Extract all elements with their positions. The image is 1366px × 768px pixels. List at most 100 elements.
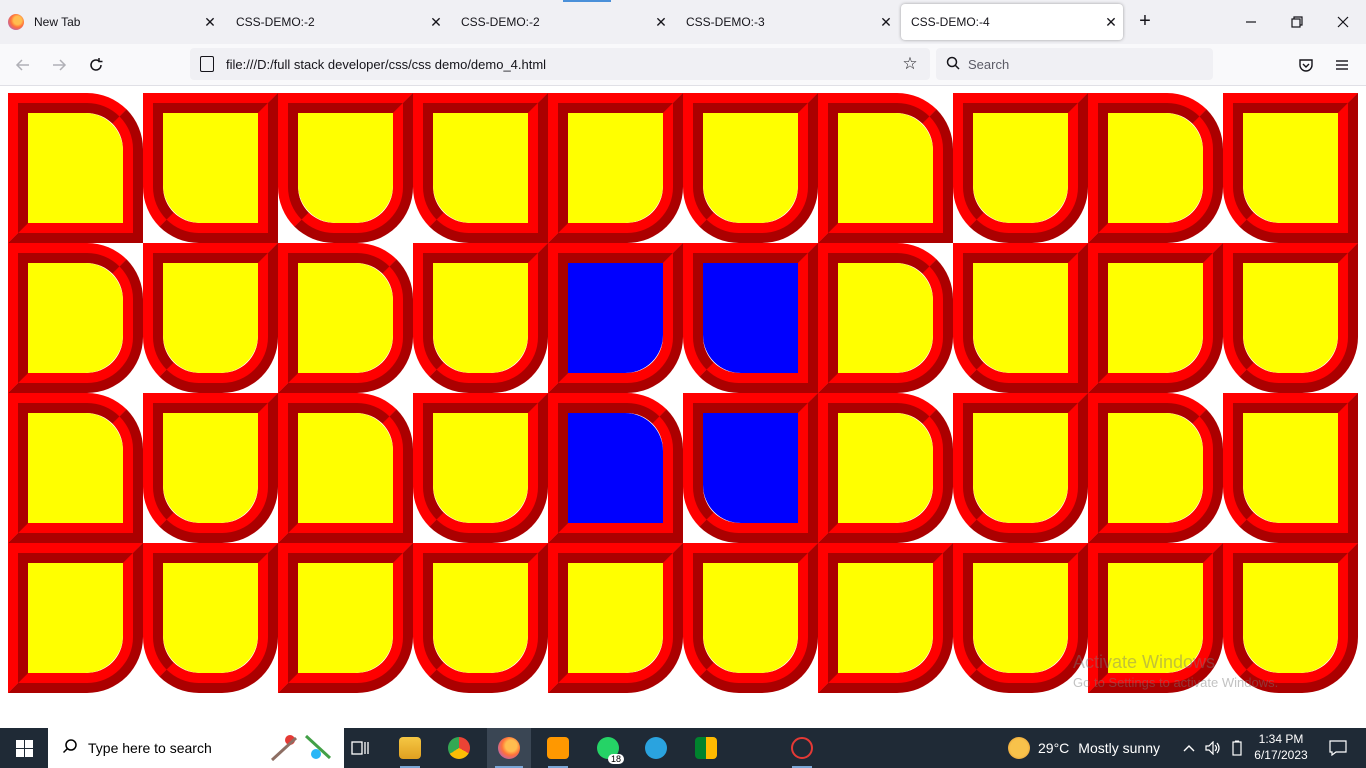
folder-icon <box>399 737 421 759</box>
search-input[interactable] <box>968 56 1198 72</box>
task-view-button[interactable] <box>344 728 376 768</box>
minimize-button[interactable] <box>1228 8 1274 36</box>
box-fill <box>973 113 1068 223</box>
box-fill <box>163 563 258 673</box>
tab-css-demo-2a[interactable]: CSS-DEMO:-2 ✕ <box>226 4 448 40</box>
grid-box <box>683 543 818 693</box>
taskbar-firefox[interactable] <box>487 728 531 768</box>
grid-box <box>953 243 1088 393</box>
tab-new-tab[interactable]: New Tab ✕ <box>0 4 222 40</box>
close-tab-icon[interactable]: ✕ <box>1099 10 1123 34</box>
box-fill <box>1108 413 1203 523</box>
grid-box <box>548 393 683 543</box>
taskbar: Type here to search 18 29°C Mostly sunny… <box>0 728 1366 768</box>
close-window-button[interactable] <box>1320 8 1366 36</box>
grid-box <box>413 543 548 693</box>
start-button[interactable] <box>0 728 48 768</box>
taskbar-telegram[interactable] <box>638 728 674 768</box>
forward-button[interactable] <box>46 52 72 78</box>
taskbar-search-placeholder: Type here to search <box>88 740 212 756</box>
grid-box <box>683 393 818 543</box>
url-text[interactable]: file:///D:/full stack developer/css/css … <box>226 57 898 72</box>
notifications-button[interactable] <box>1320 728 1356 768</box>
tab-label: CSS-DEMO:-2 <box>236 15 315 29</box>
clock-date: 6/17/2023 <box>1254 748 1308 762</box>
bookmark-star-icon[interactable]: ☆ <box>898 54 922 74</box>
grid-box <box>1223 93 1358 243</box>
url-bar[interactable]: file:///D:/full stack developer/css/css … <box>190 48 930 80</box>
tab-label: CSS-DEMO:-3 <box>686 15 765 29</box>
pocket-button[interactable] <box>1293 52 1319 78</box>
box-fill <box>28 563 123 673</box>
taskbar-chrome[interactable] <box>441 728 477 768</box>
box-fill <box>28 263 123 373</box>
scissors-icon <box>791 737 813 759</box>
box-fill <box>433 263 528 373</box>
grid-box <box>818 243 953 393</box>
volume-button[interactable] <box>1203 728 1223 768</box>
close-tab-icon[interactable]: ✕ <box>874 10 898 34</box>
restore-icon <box>1291 16 1303 28</box>
close-tab-icon[interactable]: ✕ <box>198 10 222 34</box>
pocket-icon <box>1299 59 1313 72</box>
taskbar-snipping-tool[interactable] <box>784 728 820 768</box>
tab-css-demo-4[interactable]: CSS-DEMO:-4 ✕ <box>901 4 1123 40</box>
tab-css-demo-2b[interactable]: CSS-DEMO:-2 ✕ <box>451 4 673 40</box>
video-call-icon <box>695 737 717 759</box>
notification-badge: 18 <box>607 754 624 764</box>
box-fill <box>1243 113 1338 223</box>
box-fill <box>28 413 123 523</box>
box-fill <box>298 113 393 223</box>
box-fill <box>1108 113 1203 223</box>
page-content: Activate Windows Go to Settings to activ… <box>0 86 1366 728</box>
box-fill <box>28 113 123 223</box>
box-fill <box>163 413 258 523</box>
close-tab-icon[interactable]: ✕ <box>424 10 448 34</box>
weather-widget[interactable]: 29°C Mostly sunny <box>1008 728 1160 768</box>
box-fill <box>838 113 933 223</box>
watermark-title: Activate Windows <box>1073 652 1216 672</box>
tab-label: New Tab <box>34 15 81 29</box>
box-fill <box>1243 263 1338 373</box>
grid-box <box>8 393 143 543</box>
grid-box <box>8 243 143 393</box>
highlighted-box-fill <box>568 263 663 373</box>
reload-button[interactable] <box>83 52 109 78</box>
grid-box <box>1223 243 1358 393</box>
box-fill <box>568 563 663 673</box>
restore-button[interactable] <box>1274 8 1320 36</box>
grid-box <box>1223 393 1358 543</box>
navigation-bar: file:///D:/full stack developer/css/css … <box>0 44 1366 86</box>
taskbar-whatsapp[interactable]: 18 <box>588 728 628 768</box>
box-fill <box>433 563 528 673</box>
taskbar-file-explorer[interactable] <box>392 728 428 768</box>
tab-label: CSS-DEMO:-4 <box>911 15 990 29</box>
box-fill <box>838 263 933 373</box>
activate-windows-watermark: Activate Windows Go to Settings to activ… <box>1073 652 1278 690</box>
back-button[interactable] <box>10 52 36 78</box>
grid-box <box>278 243 413 393</box>
firefox-icon <box>8 14 24 30</box>
tab-css-demo-3[interactable]: CSS-DEMO:-3 ✕ <box>676 4 898 40</box>
grid-box <box>548 543 683 693</box>
menu-button[interactable] <box>1329 52 1355 78</box>
box-fill <box>163 263 258 373</box>
search-bar[interactable] <box>936 48 1213 80</box>
grid-box <box>278 393 413 543</box>
taskbar-meet[interactable] <box>688 728 724 768</box>
grid-box <box>548 93 683 243</box>
taskbar-search-box[interactable]: Type here to search <box>48 728 344 768</box>
taskbar-clock[interactable]: 1:34 PM 6/17/2023 <box>1250 731 1312 763</box>
taskbar-sublime-text[interactable] <box>540 728 576 768</box>
hamburger-menu-icon <box>1336 60 1348 70</box>
grid-box <box>1088 393 1223 543</box>
grid-box <box>953 393 1088 543</box>
box-fill <box>433 413 528 523</box>
battery-button[interactable] <box>1228 728 1246 768</box>
forward-arrow-icon <box>53 59 67 71</box>
close-tab-icon[interactable]: ✕ <box>649 10 673 34</box>
tab-label: CSS-DEMO:-2 <box>461 15 540 29</box>
show-hidden-icons-button[interactable] <box>1180 728 1198 768</box>
new-tab-button[interactable]: + <box>1133 10 1157 34</box>
box-fill <box>1108 263 1203 373</box>
